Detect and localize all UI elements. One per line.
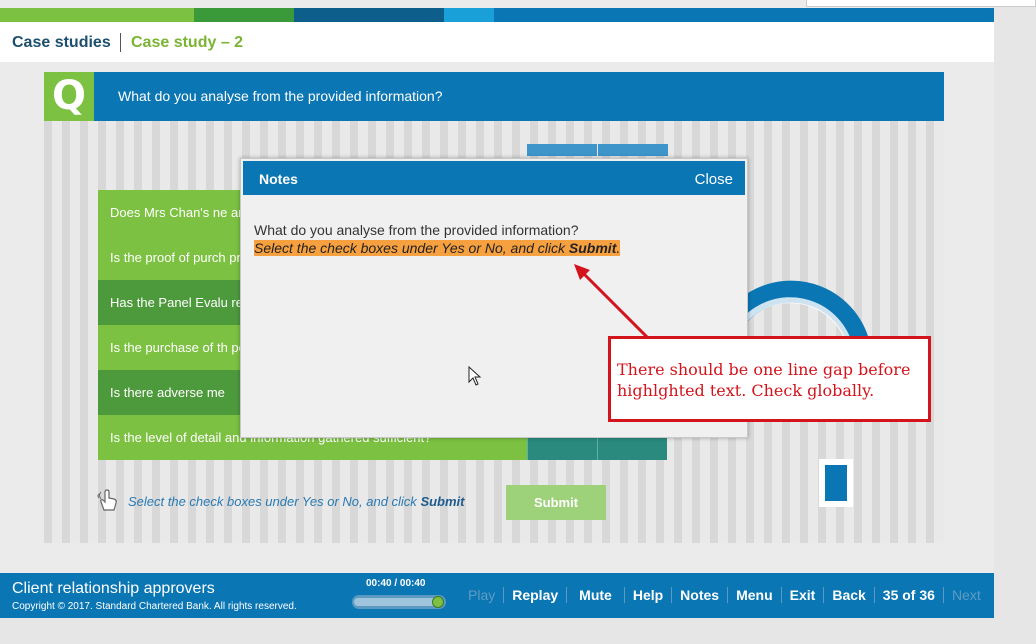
notes-dialog-body: What do you analyse from the provided in… [254, 221, 621, 257]
notes-highlight-emphasis: Submit [568, 240, 617, 256]
progress-knob[interactable] [432, 596, 444, 608]
player-footer: Client relationship approvers Copyright … [0, 573, 994, 618]
page-counter: 35 of 36 [873, 587, 943, 603]
no-column-header [598, 144, 668, 156]
hand-pointer-icon [97, 489, 117, 511]
review-annotation: There should be one line gap before high… [608, 336, 931, 422]
notes-button[interactable]: Notes [671, 587, 727, 603]
breadcrumb-separator [120, 33, 121, 52]
copyright: Copyright © 2017. Standard Chartered Ban… [12, 601, 297, 612]
notes-dialog-title: Notes [259, 171, 298, 187]
notes-close-button[interactable]: Close [695, 171, 733, 188]
question-badge: Q [44, 72, 94, 121]
brand-bar-segment [494, 8, 994, 22]
course-title: Client relationship approvers [12, 580, 215, 597]
instruction-hint: Select the check boxes under Yes or No, … [128, 494, 465, 509]
question-text: What do you analyse from the provided in… [118, 88, 443, 104]
replay-button[interactable]: Replay [503, 587, 566, 603]
exit-button[interactable]: Exit [780, 587, 824, 603]
mute-button[interactable]: Mute [566, 587, 624, 603]
progress-fill [354, 598, 438, 606]
brand-color-bar [0, 8, 994, 22]
hint-text: Select the check boxes under Yes or No, … [128, 494, 421, 509]
brand-bar-segment [194, 8, 294, 22]
hint-emphasis: Submit [420, 494, 465, 509]
play-button[interactable]: Play [460, 587, 503, 603]
notes-question-line: What do you analyse from the provided in… [254, 222, 579, 238]
menu-button[interactable]: Menu [727, 587, 781, 603]
window-edge [806, 0, 1036, 7]
next-button[interactable]: Next [942, 587, 989, 603]
back-button[interactable]: Back [823, 587, 873, 603]
column-headers [527, 144, 668, 156]
breadcrumb-current: Case study – 2 [131, 34, 244, 51]
notes-highlight-suffix: . [616, 240, 621, 256]
brand-bar-segment [444, 8, 494, 22]
course-stage: Case studies Case study – 2 Q What do yo… [0, 0, 994, 573]
player-nav: Play Replay Mute Help Notes Menu Exit Ba… [460, 587, 989, 603]
breadcrumb-root[interactable]: Case studies [12, 34, 111, 52]
header: Case studies Case study – 2 [0, 22, 994, 62]
mouse-cursor-icon [468, 366, 482, 386]
help-button[interactable]: Help [623, 587, 671, 603]
notes-highlighted-instruction: Select the check boxes under Yes or No, … [254, 240, 621, 256]
submit-button[interactable]: Submit [506, 485, 606, 520]
notes-highlight-text: Select the check boxes under Yes or No, … [254, 240, 569, 256]
notes-dialog-header: Notes Close [243, 161, 745, 195]
question-bar: Q What do you analyse from the provided … [44, 72, 944, 121]
brand-bar-segment [294, 8, 444, 22]
brand-bar-segment [0, 8, 194, 22]
playback-time: 00:40 / 00:40 [366, 578, 426, 589]
progress-slider[interactable] [352, 595, 446, 609]
yes-column-header [527, 144, 597, 156]
